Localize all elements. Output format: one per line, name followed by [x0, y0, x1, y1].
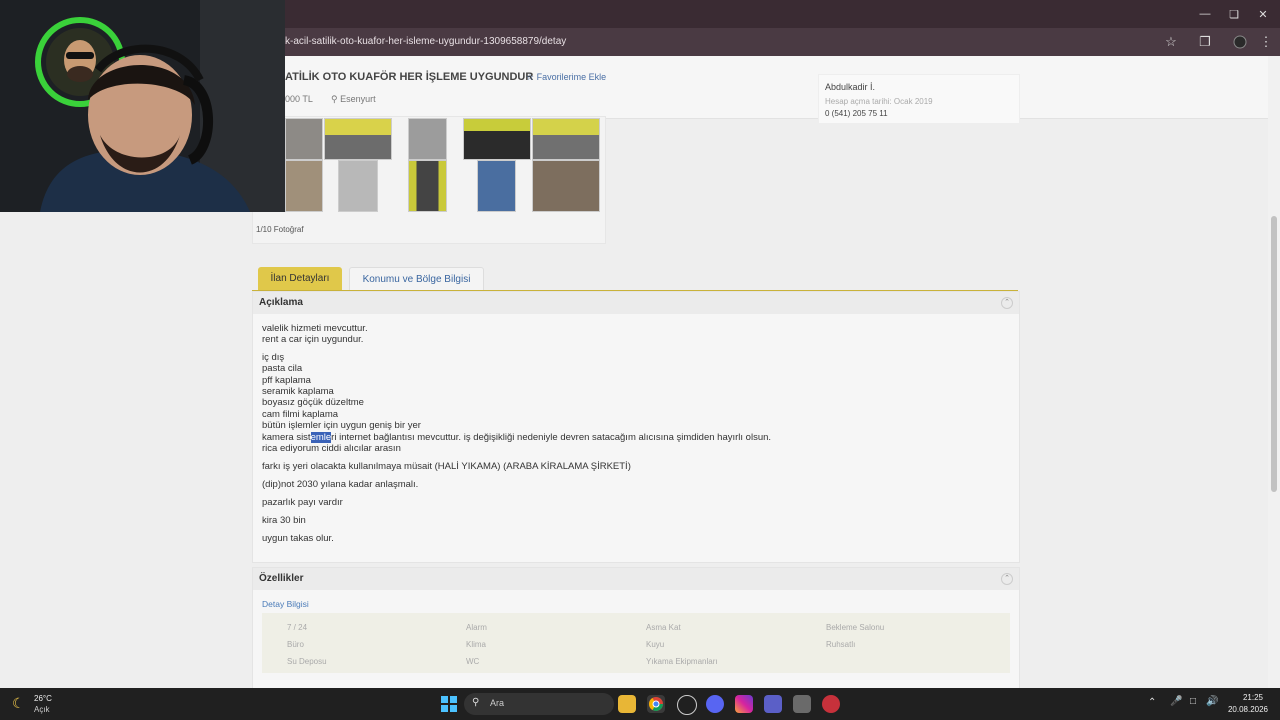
- description-line: bütün işlemler için uygun geniş bir yer: [262, 420, 421, 431]
- feature-item: Alarm: [466, 623, 487, 632]
- seller-phone[interactable]: 0 (541) 205 75 11: [825, 109, 888, 118]
- location-label: Esenyurt: [340, 94, 376, 104]
- kebab-menu-icon[interactable]: ⋮: [1252, 28, 1280, 56]
- star-icon: ☆: [526, 72, 535, 82]
- page-scrollbar[interactable]: [1268, 56, 1280, 688]
- feature-item: Kuyu: [646, 640, 665, 649]
- description-line: cam filmi kaplama: [262, 409, 339, 420]
- seller-card: Abdulkadir İ. Hesap açma tarihi: Ocak 20…: [818, 74, 1020, 124]
- photo-thumbnail[interactable]: [408, 160, 447, 212]
- clock-date[interactable]: 20.08.2026: [1226, 705, 1270, 714]
- listing-title: ATİLİK OTO KUAFÖR HER İŞLEME UYGUNDUR: [285, 71, 534, 83]
- chrome-icon[interactable]: [647, 695, 665, 713]
- photo-thumbnail[interactable]: [477, 160, 516, 212]
- search-icon: ⚲: [472, 697, 480, 708]
- description-line: iç dış: [262, 352, 285, 363]
- tab-listing-details[interactable]: İlan Detayları: [258, 267, 342, 290]
- taskbar: ☾ 26°C Açık ⚲ Ara ⌃ 🎤 □ 🔊 21:25 20.08.20…: [0, 688, 1280, 720]
- description-line: seramik kaplama: [262, 386, 334, 397]
- feature-item: Su Deposu: [287, 657, 327, 666]
- features-header[interactable]: Özellikler ⌃: [253, 568, 1019, 590]
- photo-thumbnail[interactable]: [324, 118, 392, 160]
- collapse-icon[interactable]: ⌃: [1001, 573, 1013, 585]
- bookmark-star-icon[interactable]: ☆: [1157, 28, 1185, 56]
- webcam-image: [0, 0, 285, 212]
- description-line-selected: kamera sistemleri internet bağlantısı me…: [262, 432, 771, 443]
- volume-icon[interactable]: 🔊: [1206, 696, 1218, 707]
- moon-weather-icon[interactable]: ☾: [12, 695, 25, 712]
- feature-item: Bekleme Salonu: [826, 623, 885, 632]
- taskbar-search[interactable]: ⚲ Ara: [464, 693, 614, 715]
- network-icon[interactable]: □: [1190, 696, 1196, 707]
- feature-item: Büro: [287, 640, 304, 649]
- description-line: uygun takas olur.: [262, 533, 334, 544]
- search-placeholder: Ara: [490, 698, 505, 708]
- chevron-up-icon[interactable]: ⌃: [1148, 697, 1156, 708]
- weather-condition[interactable]: Açık: [34, 705, 50, 714]
- discord-icon[interactable]: [706, 695, 724, 713]
- description-line: boyasız göçük düzeltme: [262, 397, 364, 408]
- description-line: pff kaplama: [262, 375, 311, 386]
- collapse-icon[interactable]: ⌃: [1001, 297, 1013, 309]
- calculator-icon[interactable]: [793, 695, 811, 713]
- file-explorer-icon[interactable]: [618, 695, 636, 713]
- camera-line-before: kamera sist: [262, 432, 311, 443]
- seller-join-date: Hesap açma tarihi: Ocak 2019: [825, 97, 933, 106]
- microphone-icon[interactable]: 🎤: [1170, 696, 1182, 707]
- instagram-icon[interactable]: [735, 695, 753, 713]
- photo-thumbnail[interactable]: [408, 118, 447, 160]
- features-title: Özellikler: [259, 573, 304, 584]
- feature-item: Asma Kat: [646, 623, 681, 632]
- close-icon[interactable]: ✕: [1246, 0, 1280, 28]
- webcam-overlay: [0, 0, 285, 212]
- description-header[interactable]: Açıklama ⌃: [253, 292, 1019, 314]
- scrollbar-thumb[interactable]: [1271, 216, 1277, 492]
- listing-location: ⚲ Esenyurt: [331, 94, 376, 105]
- text-selection: emle: [310, 432, 332, 443]
- feature-item: Klima: [466, 640, 487, 649]
- profile-avatar-icon[interactable]: [1226, 28, 1254, 56]
- tab-location-info[interactable]: Konumu ve Bölge Bilgisi: [349, 267, 484, 292]
- description-line: (dip)not 2030 yılana kadar anlaşmalı.: [262, 479, 419, 490]
- description-line: rent a car için uygundur.: [262, 334, 364, 345]
- add-favorite-button[interactable]: ☆ Favorilerime Ekle: [526, 72, 606, 83]
- camera-line-after: ri internet bağlantısı mevcuttur. iş değ…: [331, 432, 772, 443]
- feature-item: WC: [466, 657, 480, 666]
- location-pin-icon: ⚲: [331, 94, 338, 104]
- clock-time[interactable]: 21:25: [1238, 693, 1268, 702]
- detail-info-label: Detay Bilgisi: [262, 599, 309, 609]
- description-line: kira 30 bin: [262, 515, 306, 526]
- photo-count: 1/10 Fotoğraf: [256, 225, 304, 234]
- weather-temperature[interactable]: 26°C: [34, 694, 52, 703]
- teams-icon[interactable]: [764, 695, 782, 713]
- features-grid: [262, 613, 1010, 673]
- description-title: Açıklama: [259, 297, 303, 308]
- favorite-label: Favorilerime Ekle: [536, 72, 607, 82]
- extensions-icon[interactable]: ❐: [1191, 28, 1219, 56]
- photo-thumbnail[interactable]: [285, 160, 323, 212]
- github-icon[interactable]: [677, 695, 697, 715]
- seller-name[interactable]: Abdulkadir İ.: [825, 82, 875, 92]
- description-line: farkı iş yeri olacakta kullanılmaya müsa…: [262, 461, 631, 472]
- description-line: pasta cila: [262, 363, 303, 374]
- photo-thumbnail[interactable]: [532, 160, 600, 212]
- photo-thumbnail[interactable]: [532, 118, 600, 160]
- windows-start-icon[interactable]: [440, 695, 458, 713]
- url-field[interactable]: atilik-acil-satilik-oto-kuafor-her-islem…: [270, 32, 1190, 52]
- app-icon[interactable]: [822, 695, 840, 713]
- photo-thumbnail[interactable]: [285, 118, 323, 160]
- description-line: pazarlık payı vardır: [262, 497, 343, 508]
- listing-price: 000 TL: [285, 94, 313, 104]
- photo-thumbnail[interactable]: [463, 118, 531, 160]
- feature-item: 7 / 24: [287, 623, 308, 632]
- feature-item: Yıkama Ekipmanları: [646, 657, 718, 666]
- feature-item: Ruhsatlı: [826, 640, 856, 649]
- description-line: rica ediyorum ciddi alıcılar arasın: [262, 443, 401, 454]
- description-line: valelik hizmeti mevcuttur.: [262, 323, 368, 334]
- photo-thumbnail[interactable]: [338, 160, 378, 212]
